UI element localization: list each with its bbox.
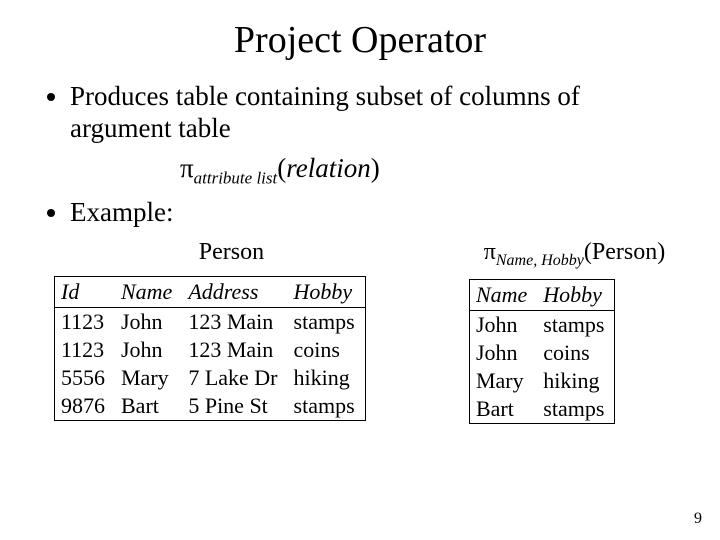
cell: hiking — [537, 367, 615, 395]
cell: 1123 — [55, 336, 116, 364]
cell: 9876 — [55, 392, 116, 421]
paren-close: ) — [371, 153, 380, 183]
col-address: Address — [182, 276, 287, 307]
table-row: Mary hiking — [469, 367, 614, 395]
col-name: Name — [115, 276, 182, 307]
table-row: Bart stamps — [469, 395, 614, 424]
pi-subscript: Name, Hobby — [496, 251, 584, 268]
cell: John — [469, 339, 537, 367]
cell: stamps — [288, 392, 366, 421]
example-tables: Person Id Name Address Hobby 1123 John 1… — [54, 239, 680, 425]
projection-formula: πattribute list(relation) — [180, 153, 680, 188]
bullet-list-2: Example: — [50, 196, 680, 228]
right-table-block: πName, Hobby(Person) Name Hobby John sta… — [469, 239, 680, 425]
projection-table: Name Hobby John stamps John coins Mary h… — [469, 279, 615, 424]
bullet-2: Example: — [70, 196, 680, 228]
cell: stamps — [537, 395, 615, 424]
cell: coins — [288, 336, 366, 364]
cell: 5 Pine St — [182, 392, 287, 421]
right-table-title: πName, Hobby(Person) — [469, 239, 680, 270]
col-id: Id — [55, 276, 116, 307]
relation-name: Person — [592, 239, 657, 265]
table-header-row: Id Name Address Hobby — [55, 276, 366, 307]
table-row: John coins — [469, 339, 614, 367]
pi-subscript: attribute list — [194, 168, 278, 187]
cell: Mary — [115, 364, 182, 392]
table-header-row: Name Hobby — [469, 280, 614, 311]
cell: coins — [537, 339, 615, 367]
cell: 7 Lake Dr — [182, 364, 287, 392]
cell: 5556 — [55, 364, 116, 392]
cell: stamps — [537, 311, 615, 340]
slide-title: Project Operator — [40, 18, 680, 62]
slide: Project Operator Produces table containi… — [0, 0, 720, 540]
cell: 123 Main — [182, 336, 287, 364]
table-row: John stamps — [469, 311, 614, 340]
cell: John — [115, 336, 182, 364]
table-row: 9876 Bart 5 Pine St stamps — [55, 392, 366, 421]
table-row: 1123 John 123 Main coins — [55, 336, 366, 364]
left-table-title: Person — [54, 239, 409, 266]
cell: John — [469, 311, 537, 340]
col-name: Name — [469, 280, 537, 311]
col-hobby: Hobby — [288, 276, 366, 307]
pi-symbol: π — [180, 153, 194, 183]
cell: stamps — [288, 307, 366, 336]
cell: Bart — [115, 392, 182, 421]
bullet-1: Produces table containing subset of colu… — [70, 80, 680, 145]
person-table: Id Name Address Hobby 1123 John 123 Main… — [54, 276, 366, 421]
cell: John — [115, 307, 182, 336]
paren-open: ( — [584, 239, 592, 265]
paren-close: ) — [657, 239, 665, 265]
table-row: 1123 John 123 Main stamps — [55, 307, 366, 336]
page-number: 9 — [694, 510, 702, 528]
cell: Bart — [469, 395, 537, 424]
cell: Mary — [469, 367, 537, 395]
left-table-block: Person Id Name Address Hobby 1123 John 1… — [54, 239, 409, 425]
paren-open: ( — [277, 153, 286, 183]
cell: hiking — [288, 364, 366, 392]
pi-symbol: π — [484, 239, 496, 265]
cell: 1123 — [55, 307, 116, 336]
table-row: 5556 Mary 7 Lake Dr hiking — [55, 364, 366, 392]
col-hobby: Hobby — [537, 280, 615, 311]
relation-word: relation — [286, 153, 371, 183]
cell: 123 Main — [182, 307, 287, 336]
bullet-list: Produces table containing subset of colu… — [50, 80, 680, 145]
